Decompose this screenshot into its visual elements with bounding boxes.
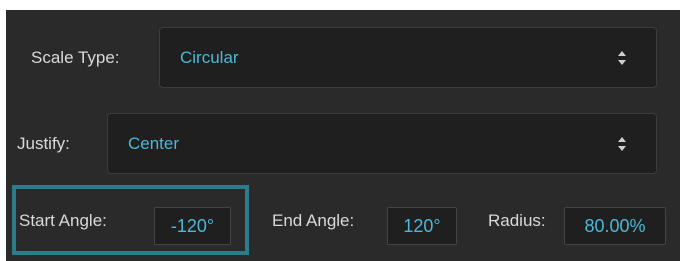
scale-type-value: Circular bbox=[180, 47, 239, 67]
justify-select[interactable]: Center bbox=[107, 113, 657, 174]
screenshot-frame: Scale Type: Circular Justify: Center Sta bbox=[0, 0, 684, 261]
up-down-arrows-icon bbox=[618, 136, 626, 151]
justify-value: Center bbox=[128, 133, 180, 153]
justify-label: Justify: bbox=[17, 134, 70, 153]
end-angle-label: End Angle: bbox=[272, 211, 355, 230]
scale-type-label: Scale Type: bbox=[31, 48, 120, 67]
radius-label: Radius: bbox=[488, 211, 546, 230]
end-angle-input[interactable]: 120° bbox=[387, 207, 457, 245]
radius-input[interactable]: 80.00% bbox=[564, 207, 666, 245]
scale-type-select[interactable]: Circular bbox=[159, 27, 657, 88]
start-angle-highlight bbox=[12, 185, 249, 255]
up-down-arrows-icon bbox=[618, 50, 626, 65]
